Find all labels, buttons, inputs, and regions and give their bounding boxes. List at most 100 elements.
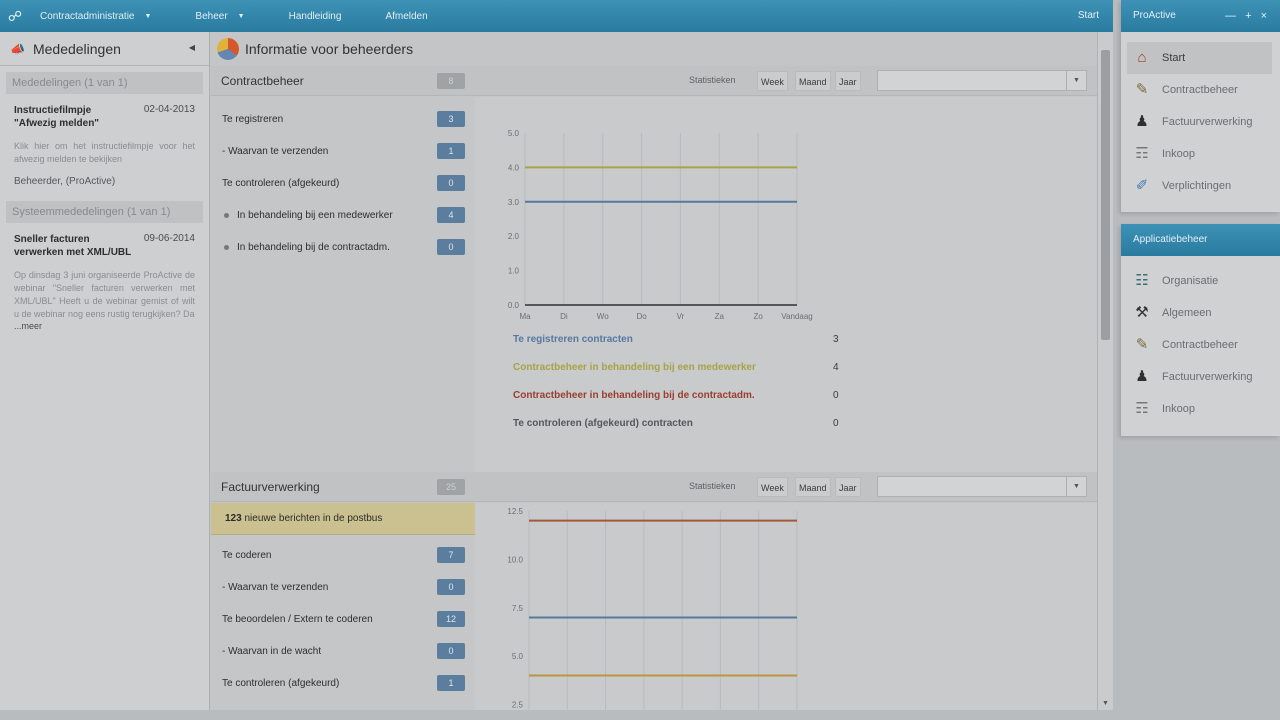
start-link[interactable]: Start — [1078, 10, 1099, 21]
menu-item-inkoop[interactable]: ☶ Inkoop — [1121, 138, 1280, 170]
menu-item-verplichtingen[interactable]: ✐ Verplichtingen — [1121, 170, 1280, 202]
nav-handleiding[interactable]: Handleiding — [289, 11, 342, 22]
scroll-down-icon[interactable]: ▼ — [1102, 700, 1109, 707]
stat-count-badge: 4 — [437, 207, 465, 223]
statistics-label: Statistieken — [689, 481, 736, 491]
menu-item-label: Algemeen — [1162, 307, 1212, 319]
y-tick-label: 1.0 — [508, 267, 520, 276]
stat-row[interactable]: In behandeling bij de contractadm. 0 — [211, 231, 475, 263]
legend-value: 0 — [833, 418, 839, 429]
menu-item-contractbeheer[interactable]: ✎ Contractbeheer — [1121, 329, 1280, 361]
x-tick-label: Zo — [753, 312, 763, 321]
stat-row[interactable]: Te controleren (afgekeurd) 1 — [211, 667, 475, 699]
stamp-icon: ♟ — [1135, 368, 1149, 385]
announcement-body: Klik hier om het instructiefilmpje voor … — [14, 141, 195, 164]
scrollbar-thumb[interactable] — [1101, 50, 1110, 340]
stat-label: In behandeling bij de contractadm. — [237, 241, 390, 253]
period-week-button[interactable]: Week — [757, 477, 788, 497]
stat-row[interactable]: Te controleren (afgekeurd) 0 — [211, 167, 475, 199]
panel-header: Factuurverwerking 25 Statistieken Week M… — [211, 472, 1097, 502]
tools-icon: ⚒ — [1135, 304, 1149, 321]
period-week-button[interactable]: Week — [757, 71, 788, 91]
stat-label: - Waarvan te verzenden — [222, 581, 329, 593]
system-messages-section-header[interactable]: Systeemmededelingen (1 van 1) — [6, 201, 203, 223]
application-window: ☍ Contractadministratie ▼ Beheer ▼ Handlei… — [0, 0, 1113, 710]
legend-label: Contractbeheer in behandeling bij de con… — [513, 390, 755, 401]
nav-beheer[interactable]: Beheer ▼ — [195, 11, 244, 22]
menu-item-start[interactable]: ⌂ Start — [1127, 42, 1272, 74]
panel-header: Contractbeheer 8 Statistieken Week Maand… — [211, 66, 1097, 96]
period-month-button[interactable]: Maand — [795, 71, 831, 91]
x-tick-label: Wo — [597, 312, 609, 321]
announcement-item: Instructiefilmpje "Afwezig melden" 02-04… — [0, 94, 209, 187]
inbox-notification[interactable]: 123 nieuwe berichten in de postbus — [211, 503, 475, 535]
pen-icon: ✎ — [1135, 336, 1149, 353]
stat-count-badge: 3 — [437, 111, 465, 127]
home-icon: ⌂ — [1137, 49, 1147, 66]
stat-count-badge: 0 — [437, 579, 465, 595]
stat-count-badge: 12 — [437, 611, 465, 627]
menu-item-factuurverwerking[interactable]: ♟ Factuurverwerking — [1121, 361, 1280, 393]
stat-row[interactable]: In behandeling bij een medewerker 4 — [211, 199, 475, 231]
bullet-icon — [224, 244, 229, 250]
stat-row[interactable]: Te beoordelen / Extern te coderen 12 — [211, 603, 475, 635]
period-month-button[interactable]: Maand — [795, 477, 831, 497]
nav-afmelden[interactable]: Afmelden — [385, 11, 427, 22]
menu-item-label: Factuurverwerking — [1162, 371, 1253, 383]
stat-row[interactable]: - Waarvan in de wacht 0 — [211, 635, 475, 667]
announcements-sidebar: 📣 Mededelingen ◀ Mededelingen (1 van 1) … — [0, 32, 210, 710]
stat-row[interactable]: Te registreren 3 — [211, 103, 475, 135]
cart-icon: ☶ — [1135, 400, 1149, 417]
x-tick-label: Vandaag — [781, 312, 812, 321]
period-year-button[interactable]: Jaar — [835, 477, 861, 497]
nav-contractadministratie[interactable]: Contractadministratie ▼ — [40, 11, 151, 22]
period-year-button[interactable]: Jaar — [835, 71, 861, 91]
main-content: Informatie voor beheerders Contractbehee… — [211, 32, 1097, 710]
system-message-title[interactable]: Sneller facturen verwerken met XML/UBL — [14, 233, 134, 259]
menu-item-organisatie[interactable]: ☷ Organisatie — [1121, 265, 1280, 297]
nav-label: Afmelden — [385, 10, 428, 22]
menu-item-factuurverwerking[interactable]: ♟ Factuurverwerking — [1121, 106, 1280, 138]
contract-stats-list: Te registreren 3 - Waarvan te verzenden 1 … — [211, 97, 475, 263]
vertical-scrollbar[interactable]: ▼ — [1097, 32, 1113, 710]
announcements-section-header[interactable]: Mededelingen (1 van 1) — [6, 72, 203, 94]
y-tick-label: 10.0 — [507, 555, 523, 564]
nav-label: Contractadministratie — [40, 10, 135, 22]
stat-row[interactable]: - Waarvan te verzenden 0 — [211, 571, 475, 603]
stat-row[interactable]: Te coderen 7 — [211, 539, 475, 571]
statistics-select[interactable]: ▼ — [877, 70, 1087, 91]
stat-count-badge: 0 — [437, 643, 465, 659]
x-tick-label: Vr — [677, 312, 685, 321]
panel-header: ProActive — + × — [1121, 0, 1280, 32]
menu-item-label: Inkoop — [1162, 148, 1196, 160]
bullet-icon — [224, 212, 229, 218]
window-controls-icon[interactable]: — + × — [1225, 0, 1270, 32]
panel-count-badge: 8 — [437, 73, 465, 89]
y-tick-label: 2.5 — [512, 701, 524, 710]
read-more-link[interactable]: ...meer — [14, 321, 195, 331]
menu-item-contractbeheer[interactable]: ✎ Contractbeheer — [1121, 74, 1280, 106]
dropdown-arrow-icon[interactable]: ▼ — [1066, 71, 1086, 90]
menu-item-inkoop[interactable]: ☶ Inkoop — [1121, 393, 1280, 425]
menu-item-algemeen[interactable]: ⚒ Algemeen — [1121, 297, 1280, 329]
stat-count-badge: 0 — [437, 175, 465, 191]
sidebar-title: Mededelingen — [32, 40, 121, 57]
menu-item-label: Contractbeheer — [1162, 339, 1238, 351]
dropdown-arrow-icon[interactable]: ▼ — [1066, 477, 1086, 496]
announcement-title[interactable]: Instructiefilmpje "Afwezig melden" — [14, 104, 134, 130]
y-tick-label: 12.5 — [507, 507, 523, 516]
menu-item-label: Organisatie — [1162, 275, 1219, 287]
stat-label: - Waarvan in de wacht — [222, 645, 322, 657]
y-tick-label: 5.0 — [508, 129, 520, 138]
app-logo-icon[interactable]: ☍ — [0, 8, 30, 25]
y-tick-label: 0.0 — [508, 301, 520, 310]
statistics-select[interactable]: ▼ — [877, 476, 1087, 497]
stat-label: Te controleren (afgekeurd) — [222, 677, 340, 689]
legend-label: Te registreren contracten — [513, 334, 633, 345]
stat-row[interactable]: - Waarvan te verzenden 1 — [211, 135, 475, 167]
stat-count-badge: 7 — [437, 547, 465, 563]
system-message-body: Op dinsdag 3 juni organiseerde ProActive… — [14, 270, 195, 319]
caret-down-icon: ▼ — [144, 12, 152, 20]
sidebar-header: 📣 Mededelingen ◀ — [0, 32, 209, 66]
collapse-left-icon[interactable]: ◀ — [189, 43, 195, 52]
